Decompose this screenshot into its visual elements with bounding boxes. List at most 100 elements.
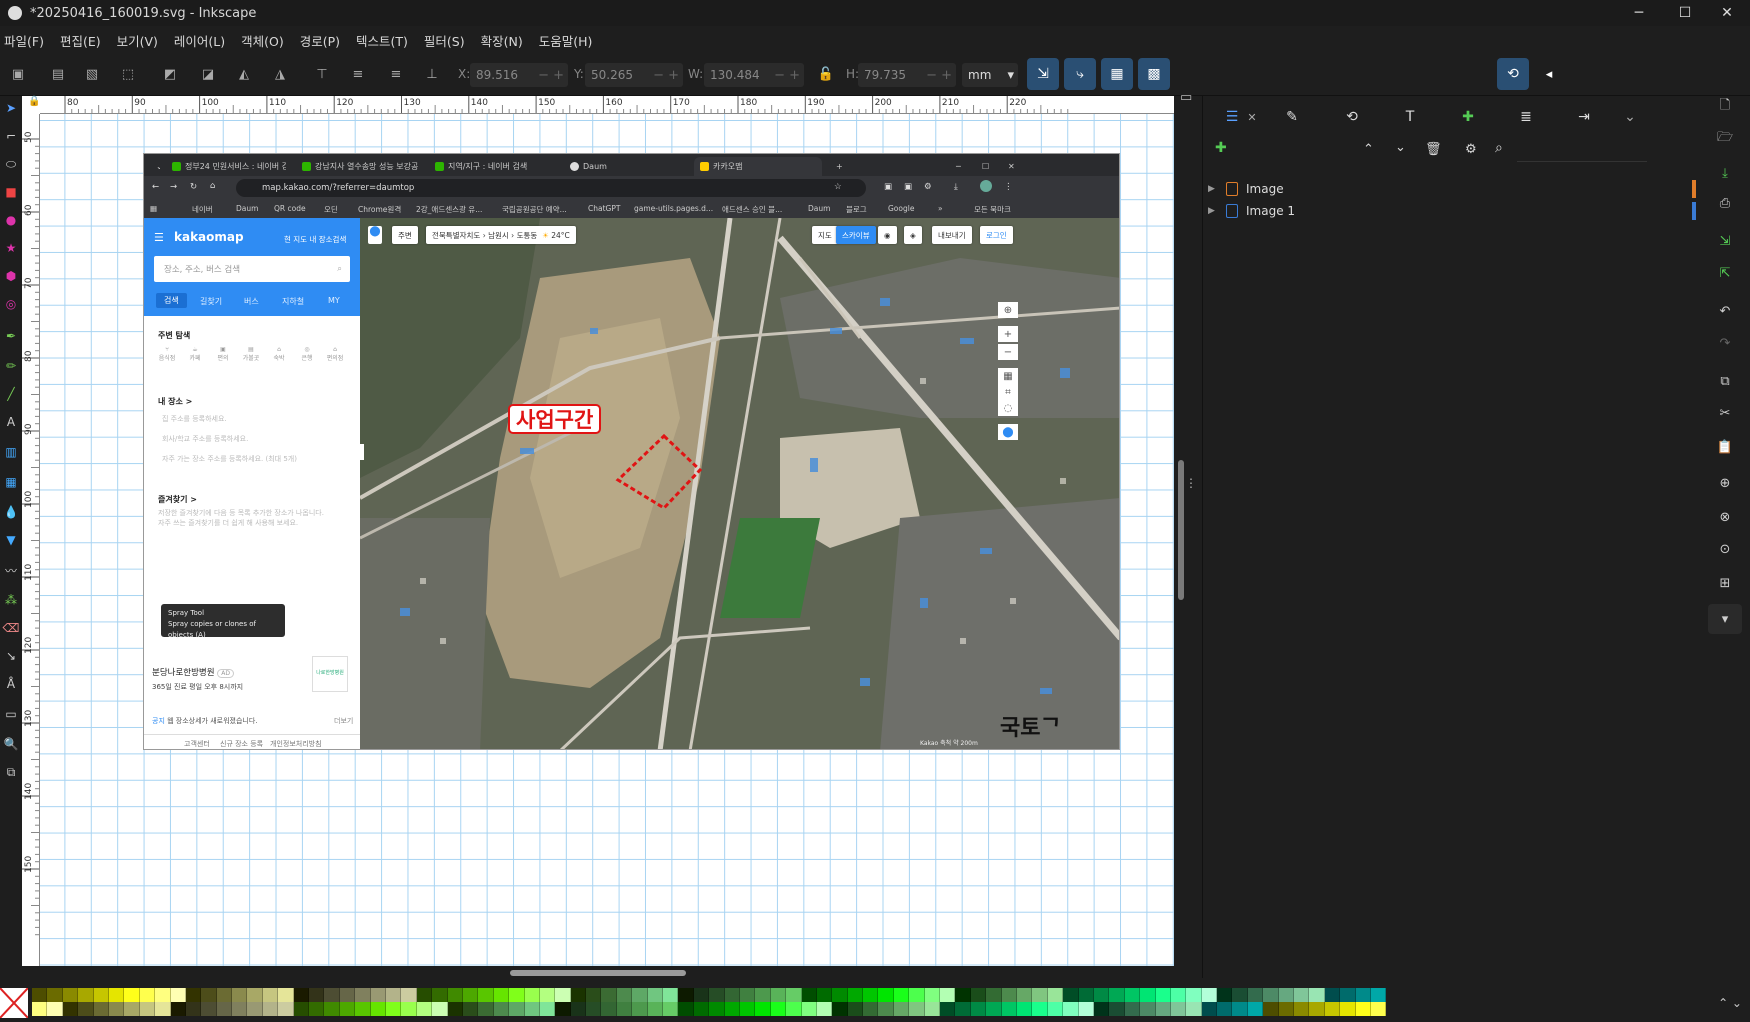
- color-swatch[interactable]: [832, 1002, 848, 1016]
- transform-patterns-icon[interactable]: ▩: [1138, 58, 1170, 90]
- browser-tab-2[interactable]: 강남지사 열수송망 성능 보강공: [296, 157, 421, 176]
- color-swatch[interactable]: [616, 988, 633, 1002]
- align-tab-icon[interactable]: ≣: [1515, 106, 1537, 128]
- browser-minimize-icon[interactable]: ─: [950, 157, 961, 176]
- color-swatch[interactable]: [432, 988, 448, 1002]
- footer-link[interactable]: 개인정보처리방침: [270, 739, 322, 749]
- color-swatch[interactable]: [555, 1002, 571, 1016]
- color-swatch[interactable]: [170, 1002, 186, 1016]
- spray-tool-icon[interactable]: ⁂: [3, 592, 19, 608]
- color-swatch[interactable]: [986, 1002, 1002, 1016]
- color-swatch[interactable]: [1017, 988, 1033, 1002]
- zoom-drawing-icon[interactable]: ⊗: [1714, 506, 1736, 528]
- color-swatch[interactable]: [693, 988, 710, 1002]
- color-swatch[interactable]: [124, 1002, 140, 1016]
- download-icon[interactable]: ⤓: [954, 182, 958, 192]
- color-swatch[interactable]: [863, 1002, 879, 1016]
- color-swatch[interactable]: [478, 988, 494, 1002]
- menu-filters[interactable]: 필터(S): [424, 31, 465, 50]
- x-field[interactable]: 89.516 − +: [470, 63, 568, 87]
- browser-maximize-icon[interactable]: ☐: [976, 157, 989, 176]
- search-icon[interactable]: ⌕: [1495, 140, 1503, 156]
- canvas[interactable]: ⌄ 정부24 민원서비스 : 네이버 검 강남지사 열수송망 성능 보강공 지역…: [40, 114, 1174, 966]
- menu-edit[interactable]: 편집(E): [60, 31, 101, 50]
- map-mode-normal[interactable]: 지도: [812, 226, 838, 244]
- color-swatch[interactable]: [616, 1002, 633, 1016]
- 3d-box-tool-icon[interactable]: ⬢: [3, 268, 19, 284]
- bookmark[interactable]: 2강_애드센스광 유...: [416, 204, 482, 215]
- color-swatch[interactable]: [847, 988, 864, 1002]
- color-swatch[interactable]: [739, 1002, 756, 1016]
- color-swatch[interactable]: [370, 988, 386, 1002]
- tab-search[interactable]: 검색: [156, 293, 187, 308]
- color-swatch[interactable]: [586, 988, 602, 1002]
- color-swatch[interactable]: [155, 988, 171, 1002]
- color-swatch[interactable]: [78, 988, 94, 1002]
- pencil-tool-icon[interactable]: ✏: [3, 358, 19, 374]
- extension-icon[interactable]: ▣: [904, 182, 912, 192]
- menu-path[interactable]: 경로(P): [300, 31, 340, 50]
- rotate-cw-icon[interactable]: ◪: [196, 62, 220, 86]
- palette-scroll-icon[interactable]: ⌃ ⌄: [1718, 996, 1742, 1010]
- transform-gradients-icon[interactable]: ▦: [1101, 58, 1133, 90]
- my-place-frequent[interactable]: 자주 가는 장소 주소를 등록하세요. (최대 5개): [162, 454, 297, 464]
- color-swatch[interactable]: [770, 1002, 787, 1016]
- save-icon[interactable]: ⤓: [1714, 162, 1736, 184]
- bookmark[interactable]: 애드센스 승인 블...: [722, 204, 782, 215]
- zoom-selection-icon[interactable]: ⊕: [1714, 472, 1736, 494]
- text-tool-icon[interactable]: A: [3, 414, 19, 430]
- ad-logo[interactable]: 나로한방병원: [312, 656, 348, 692]
- color-swatch[interactable]: [1324, 1002, 1341, 1016]
- color-swatch[interactable]: [1186, 988, 1202, 1002]
- scale-corners-icon[interactable]: ⤷: [1064, 58, 1096, 90]
- snap-toggle-icon[interactable]: ⟲: [1497, 58, 1529, 90]
- color-swatch[interactable]: [1063, 988, 1079, 1002]
- color-swatch[interactable]: [385, 1002, 402, 1016]
- color-swatch[interactable]: [247, 1002, 263, 1016]
- h-field[interactable]: 79.735 − +: [858, 63, 956, 87]
- selector-tool-icon[interactable]: ➤: [3, 100, 19, 116]
- color-swatch[interactable]: [232, 1002, 248, 1016]
- color-swatch[interactable]: [955, 988, 971, 1002]
- raise-to-top-icon[interactable]: ⊤: [310, 62, 334, 86]
- new-document-icon[interactable]: 🗋: [1714, 96, 1736, 118]
- bookmark[interactable]: 네이버: [192, 204, 213, 215]
- color-swatch[interactable]: [1047, 1002, 1064, 1016]
- profile-avatar[interactable]: [980, 180, 992, 192]
- color-swatch[interactable]: [462, 1002, 479, 1016]
- map-pin-icon[interactable]: ⬤: [368, 226, 382, 244]
- reload-icon[interactable]: ↻: [190, 182, 197, 192]
- color-swatch[interactable]: [801, 1002, 817, 1016]
- color-swatch[interactable]: [1140, 1002, 1156, 1016]
- color-swatch[interactable]: [632, 988, 648, 1002]
- color-swatch[interactable]: [509, 988, 525, 1002]
- fill-stroke-tab-icon[interactable]: ✎: [1281, 106, 1303, 128]
- pen-tool-icon[interactable]: ✒: [3, 328, 19, 344]
- rotate-ccw-icon[interactable]: ◩: [158, 62, 182, 86]
- color-swatch[interactable]: [739, 988, 756, 1002]
- color-swatch[interactable]: [216, 988, 233, 1002]
- w-stepper-icon[interactable]: − +: [774, 68, 800, 83]
- color-swatch[interactable]: [955, 1002, 971, 1016]
- color-swatch[interactable]: [278, 1002, 294, 1016]
- map-mode-skyview[interactable]: 스카이뷰: [836, 226, 876, 244]
- color-swatch[interactable]: [262, 1002, 279, 1016]
- bookmark-overflow[interactable]: »: [938, 204, 943, 213]
- color-swatch[interactable]: [216, 1002, 233, 1016]
- delete-icon[interactable]: 🗑: [1425, 142, 1442, 157]
- color-swatch[interactable]: [262, 988, 279, 1002]
- color-swatch[interactable]: [93, 1002, 109, 1016]
- color-swatch[interactable]: [309, 988, 325, 1002]
- tab-directions[interactable]: 길찾기: [200, 296, 222, 307]
- color-swatch[interactable]: [647, 1002, 664, 1016]
- color-swatch[interactable]: [924, 1002, 941, 1016]
- h-stepper-icon[interactable]: − +: [926, 68, 952, 83]
- export-tab-icon[interactable]: ⇥: [1573, 106, 1595, 128]
- color-swatch[interactable]: [1109, 988, 1125, 1002]
- spiral-tool-icon[interactable]: ◎: [3, 296, 19, 312]
- color-swatch[interactable]: [108, 1002, 125, 1016]
- color-swatch[interactable]: [1263, 1002, 1279, 1016]
- node-tool-icon[interactable]: ⌐: [3, 128, 19, 144]
- color-swatch[interactable]: [801, 988, 817, 1002]
- nearby-bank[interactable]: ◎ 은행: [296, 346, 318, 362]
